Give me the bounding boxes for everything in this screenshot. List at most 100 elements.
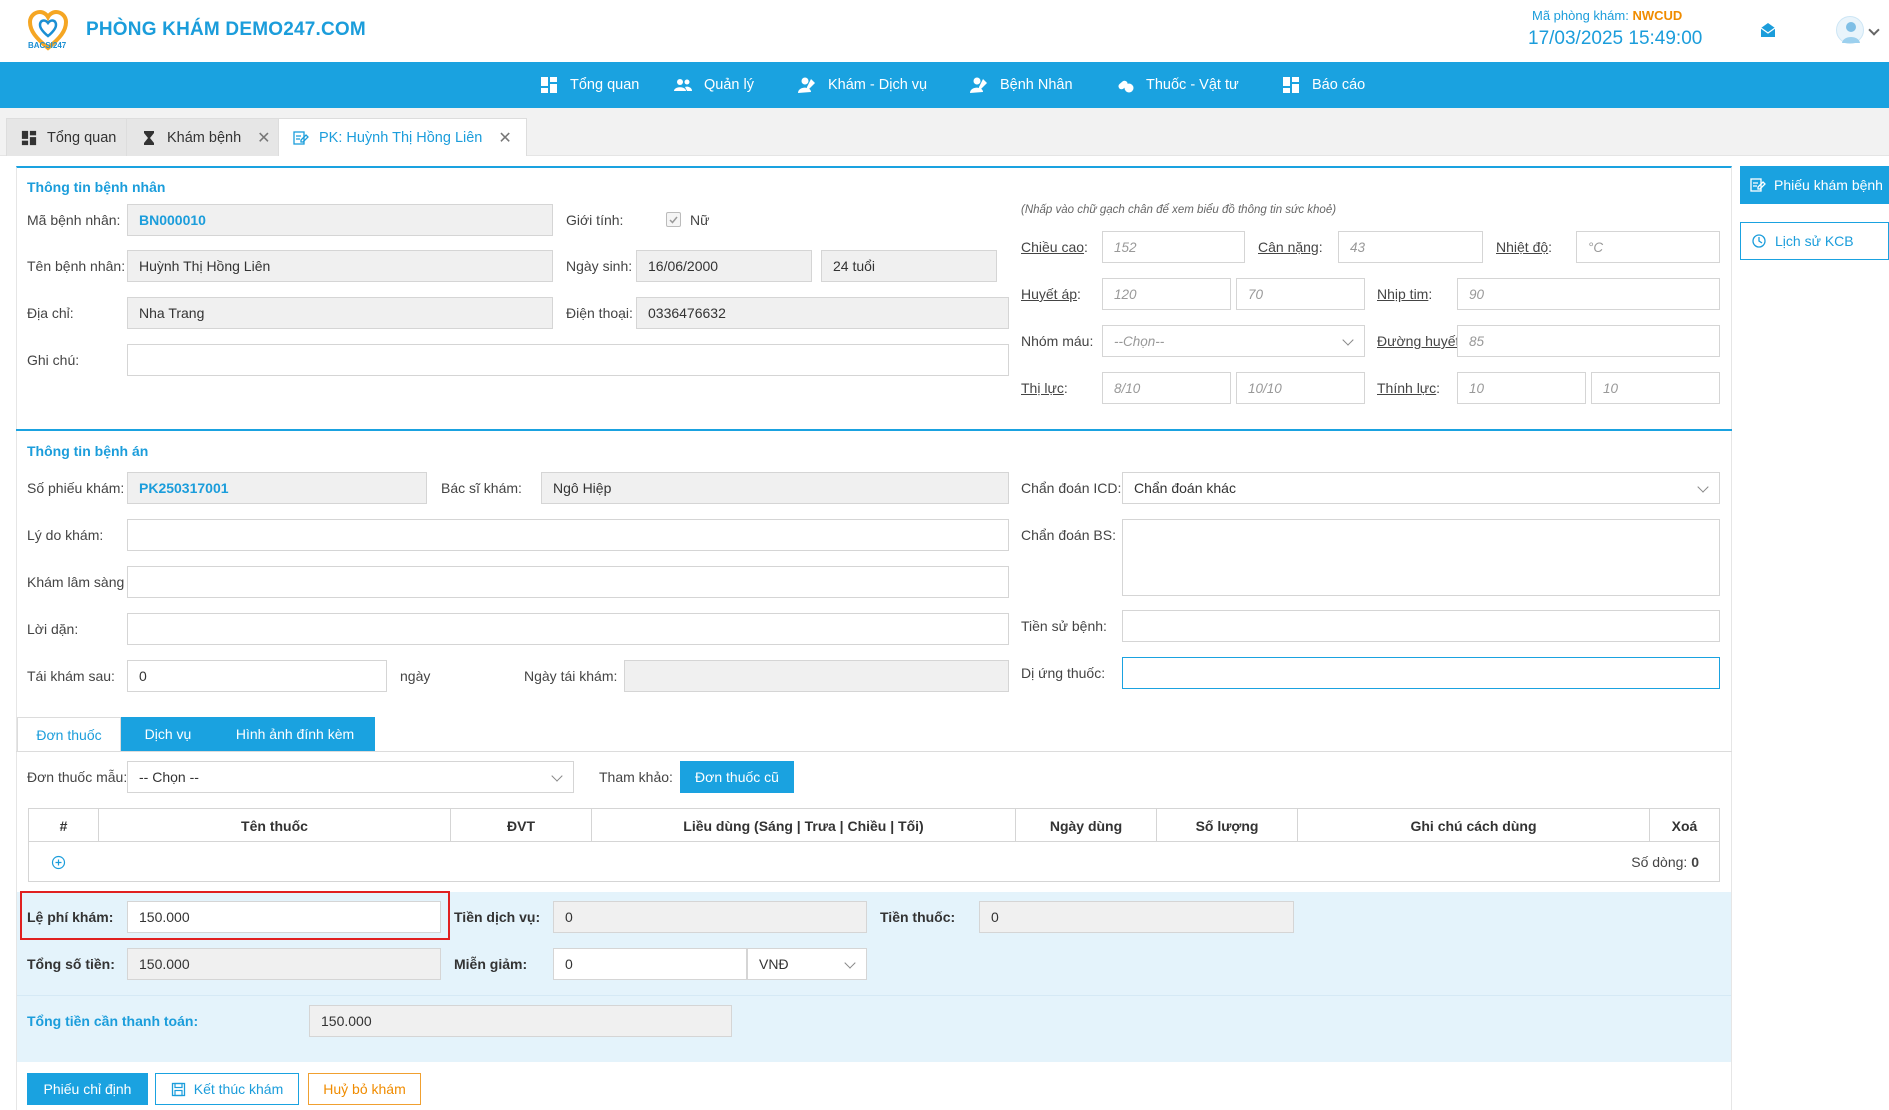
weight-link[interactable]: Cân nặng: bbox=[1258, 239, 1323, 255]
note-input[interactable] bbox=[127, 344, 1009, 376]
nav-item-manage[interactable]: Quản lý bbox=[674, 62, 754, 108]
address-field: Nha Trang bbox=[127, 297, 553, 329]
tab-prescription[interactable]: Đơn thuốc bbox=[17, 717, 121, 751]
height-link[interactable]: Chiều cao: bbox=[1021, 239, 1088, 255]
patient-id-field: BN000010 bbox=[127, 204, 553, 236]
exam-ticket-button[interactable]: Phiếu khám bệnh bbox=[1740, 166, 1889, 204]
old-prescription-button[interactable]: Đơn thuốc cũ bbox=[680, 761, 794, 793]
revisit-input[interactable]: 0 bbox=[127, 660, 387, 692]
phone-label: Điện thoại: bbox=[566, 305, 633, 321]
hearing-right-input[interactable]: 10 bbox=[1591, 372, 1720, 404]
hearing-link[interactable]: Thính lực: bbox=[1377, 380, 1440, 396]
revisit-date-label: Ngày tái khám: bbox=[524, 668, 618, 684]
nav-item-services[interactable]: Khám - Dịch vụ bbox=[798, 62, 927, 108]
prescription-table-header: # Tên thuốc ĐVT Liều dùng (Sáng | Trưa |… bbox=[28, 808, 1720, 842]
doctor-label: Bác sĩ khám: bbox=[441, 480, 522, 496]
ticket-label: Số phiếu khám: bbox=[27, 480, 125, 496]
discount-input[interactable]: 0 bbox=[553, 948, 747, 980]
currency-select[interactable]: VNĐ bbox=[747, 948, 867, 980]
tab-overview[interactable]: Tổng quan bbox=[6, 118, 132, 156]
icd-select[interactable]: Chẩn đoán khác bbox=[1122, 472, 1720, 504]
col-index: # bbox=[29, 809, 99, 842]
temperature-input[interactable]: °C bbox=[1576, 231, 1720, 263]
blood-type-select[interactable]: --Chọn-- bbox=[1102, 325, 1365, 357]
hearing-left-input[interactable]: 10 bbox=[1457, 372, 1586, 404]
allergy-input[interactable] bbox=[1122, 657, 1720, 689]
doctor-diagnosis-textarea[interactable] bbox=[1122, 519, 1720, 596]
patient-name-label: Tên bệnh nhân: bbox=[27, 258, 126, 274]
tab-patient-exam[interactable]: PK: Huỳnh Thị Hồng Liên ✕ bbox=[278, 118, 527, 156]
tab-bar: Tổng quan Khám bệnh ✕ PK: Huỳnh Thị Hồng… bbox=[0, 108, 1889, 156]
chevron-down-icon[interactable] bbox=[1868, 24, 1880, 36]
bp-diastolic-input[interactable]: 70 bbox=[1236, 278, 1365, 310]
highlight-box bbox=[20, 891, 450, 940]
age-field: 24 tuổi bbox=[821, 250, 997, 282]
address-label: Địa chỉ: bbox=[27, 305, 74, 321]
nav-item-reports[interactable]: Báo cáo bbox=[1282, 62, 1365, 108]
blood-pressure-link[interactable]: Huyết áp: bbox=[1021, 286, 1081, 302]
tab-services[interactable]: Dịch vụ bbox=[121, 717, 215, 751]
reason-input[interactable] bbox=[127, 519, 1009, 551]
vision-right-input[interactable]: 10/10 bbox=[1236, 372, 1365, 404]
revisit-date-field bbox=[624, 660, 1009, 692]
doctor-avatar-icon bbox=[1842, 22, 1860, 43]
template-select[interactable]: -- Chọn -- bbox=[127, 761, 574, 793]
dashboard-icon bbox=[541, 77, 557, 93]
history-label: Tiền sử bệnh: bbox=[1021, 618, 1107, 634]
exam-history-button[interactable]: Lịch sử KCB bbox=[1740, 222, 1889, 260]
prescription-table-body: Số dòng: 0 bbox=[28, 842, 1720, 882]
col-delete: Xoá bbox=[1671, 817, 1698, 834]
tab-attachments[interactable]: Hình ảnh đính kèm bbox=[215, 717, 375, 751]
section-divider bbox=[16, 429, 1732, 431]
nav-item-overview[interactable]: Tổng quan bbox=[540, 62, 639, 108]
discount-label: Miễn giảm: bbox=[454, 956, 528, 972]
col-usage-note: Ghi chú cách dùng bbox=[1298, 809, 1650, 842]
reason-label: Lý do khám: bbox=[27, 527, 104, 543]
payment-divider bbox=[17, 995, 1731, 996]
history-input[interactable] bbox=[1122, 610, 1720, 642]
close-icon[interactable]: ✕ bbox=[257, 128, 270, 148]
vitals-hint: (Nhấp vào chữ gạch chân để xem biểu đồ t… bbox=[1021, 204, 1337, 216]
cancel-exam-button[interactable]: Huỷ bỏ khám bbox=[308, 1073, 421, 1105]
reference-label: Tham khảo: bbox=[599, 769, 673, 785]
current-datetime: 17/03/2025 15:49:00 bbox=[1528, 28, 1703, 49]
service-fee-field: 0 bbox=[553, 901, 867, 933]
subtab-divider bbox=[16, 751, 1732, 752]
heart-rate-input[interactable]: 90 bbox=[1457, 278, 1720, 310]
user-edit-icon bbox=[970, 77, 987, 93]
tab-examination[interactable]: Khám bệnh ✕ bbox=[126, 118, 286, 156]
save-icon bbox=[171, 1082, 185, 1096]
close-icon[interactable]: ✕ bbox=[498, 128, 511, 148]
nav-item-drugs[interactable]: Thuốc - Vật tư bbox=[1116, 62, 1239, 108]
add-row-icon[interactable] bbox=[51, 855, 66, 870]
check-icon bbox=[669, 216, 678, 224]
mail-icon[interactable] bbox=[1760, 22, 1776, 38]
order-sheet-button[interactable]: Phiếu chỉ định bbox=[27, 1073, 148, 1105]
vision-link[interactable]: Thị lực: bbox=[1021, 380, 1068, 396]
vision-left-input[interactable]: 8/10 bbox=[1102, 372, 1231, 404]
chevron-down-icon bbox=[1342, 334, 1354, 346]
gender-checkbox[interactable] bbox=[666, 212, 681, 227]
edit-document-icon bbox=[1750, 178, 1766, 192]
user-edit-icon bbox=[798, 77, 815, 93]
clinical-input[interactable] bbox=[127, 566, 1009, 598]
finish-exam-button[interactable]: Kết thúc khám bbox=[155, 1073, 299, 1105]
phone-field: 0336476632 bbox=[636, 297, 1009, 329]
bp-systolic-input[interactable]: 120 bbox=[1102, 278, 1231, 310]
total-label: Tổng số tiền: bbox=[27, 956, 115, 972]
clinic-name[interactable]: PHÒNG KHÁM DEMO247.COM bbox=[86, 19, 366, 41]
heart-rate-link[interactable]: Nhịp tim: bbox=[1377, 286, 1432, 302]
height-input[interactable]: 152 bbox=[1102, 231, 1245, 263]
glucose-link[interactable]: Đường huyết bbox=[1377, 333, 1459, 349]
weight-input[interactable]: 43 bbox=[1338, 231, 1483, 263]
advice-input[interactable] bbox=[127, 613, 1009, 645]
edit-document-icon bbox=[293, 130, 309, 145]
row-count: Số dòng: 0 bbox=[1631, 854, 1699, 870]
nav-item-patients[interactable]: Bệnh Nhân bbox=[970, 62, 1073, 108]
service-fee-label: Tiền dịch vụ: bbox=[454, 909, 541, 925]
patient-info-title: Thông tin bệnh nhân bbox=[27, 179, 166, 195]
user-avatar[interactable] bbox=[1836, 16, 1864, 44]
temperature-link[interactable]: Nhiệt độ: bbox=[1496, 239, 1552, 255]
glucose-input[interactable]: 85 bbox=[1457, 325, 1720, 357]
clinic-code: Mã phòng khám: NWCUD bbox=[1532, 8, 1683, 23]
